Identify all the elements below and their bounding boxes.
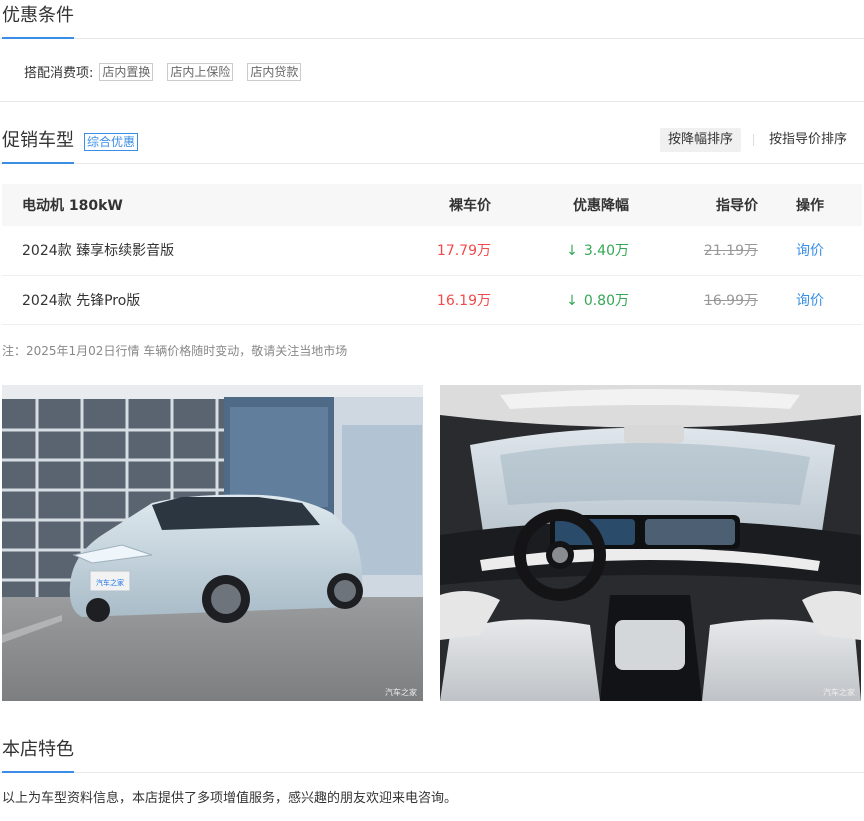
promo-title: 促销车型	[2, 130, 74, 151]
tag-trade-in: 店内置换	[99, 62, 154, 81]
guide-price-cell: 16.99万	[629, 275, 758, 325]
header-discount: 优惠降幅	[491, 184, 629, 226]
guide-price: 16.99万	[703, 292, 758, 309]
inquire-link[interactable]: 询价	[796, 293, 824, 309]
inquire-link[interactable]: 询价	[796, 243, 824, 259]
arrow-down-icon: ↓	[566, 243, 578, 260]
features-header: 本店特色	[0, 737, 864, 773]
tag-insurance: 店内上保险	[167, 62, 234, 81]
header-engine: 电动机 180kW	[2, 184, 407, 226]
promo-tag: 综合优惠	[84, 133, 139, 151]
net-price: 16.19万	[407, 275, 491, 325]
header-guide-price: 指导价	[629, 184, 758, 226]
header-operation: 操作	[758, 184, 862, 226]
section-divider	[0, 101, 864, 102]
exterior-photo[interactable]: 汽车之家 汽车之家	[2, 385, 423, 701]
model-name: 2024款 臻享标续影音版	[2, 226, 407, 276]
features-title-underline	[2, 771, 74, 773]
op-cell: 询价	[758, 226, 862, 276]
price-table: 电动机 180kW 裸车价 优惠降幅 指导价 操作 2024款 臻享标续影音版 …	[2, 184, 862, 325]
promo-header: 促销车型 综合优惠 按降幅排序 按指导价排序	[0, 128, 864, 164]
model-name: 2024款 先锋Pro版	[2, 275, 407, 325]
interior-photo[interactable]: 汽车之家	[440, 385, 861, 701]
discount-value: 0.80万	[583, 292, 629, 309]
header-price: 裸车价	[407, 184, 491, 226]
sort-separator	[753, 134, 754, 146]
discount-cell: ↓ 3.40万	[491, 226, 629, 276]
watermark: 汽车之家	[385, 687, 417, 697]
package-row: 搭配消费项: 店内置换 店内上保险 店内贷款	[24, 62, 315, 81]
price-note: 注：2025年1月02日行情 车辆价格随时变动，敬请关注当地市场	[2, 344, 348, 358]
watermark: 汽车之家	[823, 687, 855, 697]
tag-loan: 店内贷款	[247, 62, 302, 81]
guide-price-cell: 21.19万	[629, 226, 758, 276]
interior-photo-drawing: 汽车之家	[440, 385, 861, 701]
offers-title-underline	[2, 37, 74, 39]
features-text: 以上为车型资料信息，本店提供了多项增值服务，感兴趣的朋友欢迎来电咨询。	[2, 791, 458, 806]
discount-cell: ↓ 0.80万	[491, 275, 629, 325]
offers-title: 优惠条件	[2, 5, 74, 26]
exterior-photo-drawing: 汽车之家 汽车之家	[2, 385, 423, 701]
net-price: 17.79万	[407, 226, 491, 276]
op-cell: 询价	[758, 275, 862, 325]
sort-by-guide-price-button[interactable]: 按指导价排序	[761, 128, 855, 152]
arrow-down-icon: ↓	[566, 292, 578, 309]
table-row: 2024款 先锋Pro版 16.19万 ↓ 0.80万 16.99万 询价	[2, 275, 862, 325]
package-label: 搭配消费项:	[24, 66, 94, 81]
table-header-row: 电动机 180kW 裸车价 优惠降幅 指导价 操作	[2, 184, 862, 226]
sort-by-discount-button[interactable]: 按降幅排序	[660, 128, 742, 152]
guide-price: 21.19万	[703, 243, 758, 260]
table-row: 2024款 臻享标续影音版 17.79万 ↓ 3.40万 21.19万 询价	[2, 226, 862, 276]
features-title: 本店特色	[2, 739, 74, 760]
offers-header: 优惠条件	[0, 0, 864, 39]
discount-value: 3.40万	[583, 243, 629, 260]
plate-text: 汽车之家	[96, 578, 124, 587]
promo-title-underline	[2, 162, 74, 164]
